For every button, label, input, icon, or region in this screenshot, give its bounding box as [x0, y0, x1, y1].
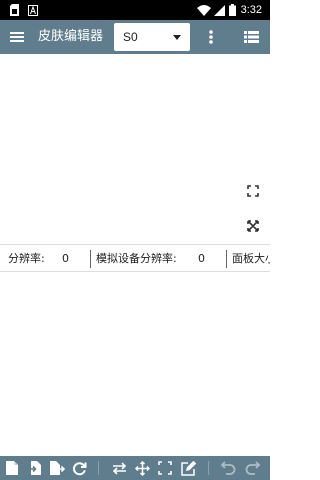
sim-resolution-label: 模拟设备分辨率:	[96, 252, 177, 265]
sim-resolution-value: 0	[198, 252, 205, 265]
edit-icon[interactable]	[180, 460, 196, 476]
battery-icon	[229, 4, 236, 16]
toolbar-divider	[208, 461, 209, 475]
refresh-icon[interactable]	[71, 460, 87, 476]
panel-size-label: 面板大小	[232, 252, 270, 265]
export-file-icon[interactable]	[49, 460, 65, 476]
select-area-icon[interactable]	[157, 460, 173, 476]
more-vert-icon[interactable]	[205, 28, 217, 46]
resolution-value: 0	[62, 252, 69, 265]
sim-card-icon	[10, 4, 19, 16]
signal-icon	[214, 4, 225, 16]
move-icon[interactable]	[134, 460, 150, 476]
redo-icon[interactable]	[244, 460, 260, 476]
clock: 3:32	[240, 4, 262, 16]
new-file-icon[interactable]	[4, 460, 20, 476]
skin-dropdown[interactable]: S0	[114, 23, 190, 51]
hamburger-menu-icon[interactable]	[8, 28, 26, 46]
fit-screen-icon[interactable]	[245, 218, 261, 234]
skin-dropdown-value: S0	[123, 30, 138, 44]
status-bar: 3:32	[0, 0, 270, 20]
toolbar-divider	[98, 461, 99, 475]
fullscreen-icon[interactable]	[245, 183, 261, 199]
undo-icon[interactable]	[220, 460, 236, 476]
divider	[226, 250, 227, 268]
letter-a-icon	[28, 4, 38, 16]
swap-horizontal-icon[interactable]	[111, 460, 127, 476]
divider	[90, 250, 91, 268]
import-file-icon[interactable]	[27, 460, 43, 476]
resolution-label: 分辨率:	[8, 252, 45, 265]
page-title: 皮肤编辑器	[38, 29, 104, 44]
chevron-down-icon	[173, 35, 181, 40]
view-list-icon[interactable]	[243, 29, 260, 45]
bottom-toolbar	[0, 456, 270, 480]
info-bar: 分辨率: 0 模拟设备分辨率: 0 面板大小	[0, 244, 270, 272]
wifi-icon	[197, 4, 211, 16]
